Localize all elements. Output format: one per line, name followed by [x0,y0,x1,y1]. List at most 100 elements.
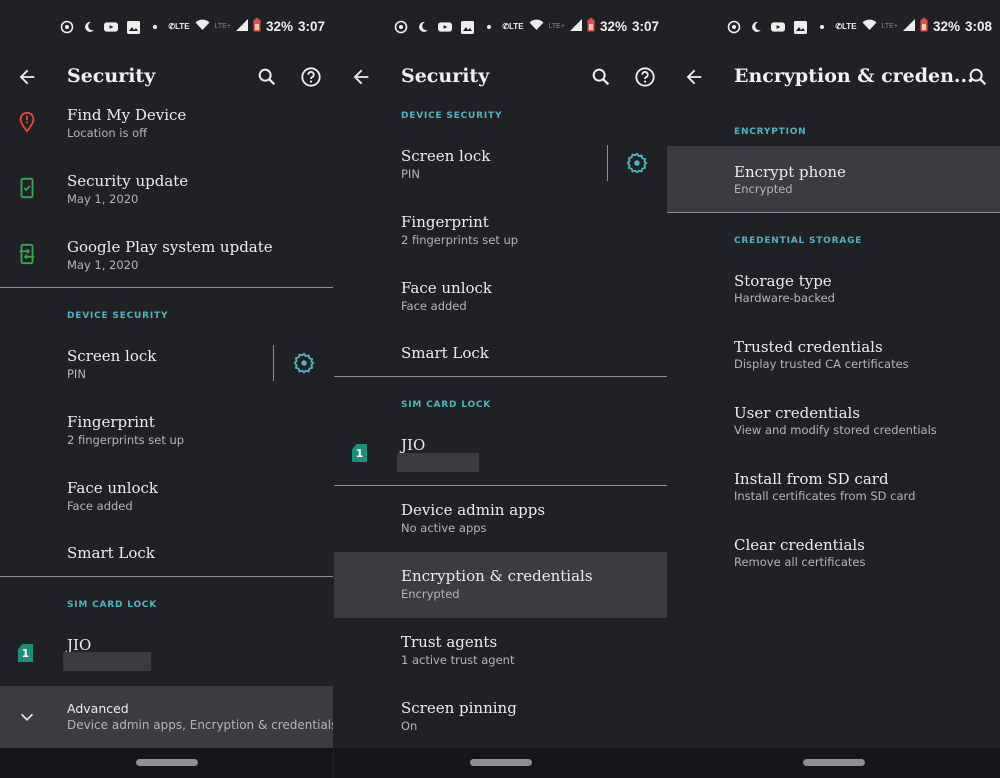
item-summary: 2 fingerprints set up [67,433,185,447]
page-title: Security [67,65,156,87]
gallery-icon [460,20,474,34]
app-bar: Security [334,56,667,100]
section-header-sim-card-lock: SIM CARD LOCK [401,400,492,410]
home-gesture-handle[interactable] [469,759,532,766]
app-bar: Encryption & creden... [667,56,1000,100]
item-title: Install from SD card [734,470,889,488]
item-title: Face unlock [67,479,159,497]
trust-agents-item[interactable]: Trust agents 1 active trust agent [334,618,667,684]
help-icon[interactable] [634,66,656,88]
smart-lock-item[interactable]: Smart Lock [334,330,667,376]
fingerprint-item[interactable]: Fingerprint 2 fingerprints set up [334,198,667,264]
item-title: Fingerprint [67,413,155,431]
dot-icon [148,20,162,34]
phone-sync-icon [16,243,38,265]
sim-jio-item[interactable]: 1 JIO [334,420,667,486]
notification-icons [727,20,829,34]
item-summary: PIN [401,167,420,181]
system-status: ✆LTE LTE+ 32% 3:08 [835,18,992,35]
advanced-item[interactable]: Advanced Device admin apps, Encryption &… [0,686,333,748]
storage-type-item[interactable]: Storage type Hardware-backed [667,258,1000,324]
battery-icon [920,18,928,35]
item-title: Advanced [67,701,129,716]
app-bar: Security [0,56,333,100]
item-summary: No active apps [401,521,487,535]
search-icon[interactable] [256,66,278,88]
clock: 3:07 [297,19,325,34]
fingerprint-item[interactable]: Fingerprint 2 fingerprints set up [0,398,333,464]
signal-icon [235,19,248,34]
gear-icon[interactable] [626,152,648,174]
item-title: Trusted credentials [734,338,883,356]
encryption-credentials-item[interactable]: Encryption & credentials Encrypted [334,552,667,618]
item-summary: Remove all certificates [734,555,866,569]
lte-plus-icon: LTE+ [881,23,898,30]
battery-percent: 32% [932,19,960,34]
item-summary: Display trusted CA certificates [734,357,909,371]
screen-lock-item[interactable]: Screen lock PIN [0,332,333,398]
battery-icon [587,18,595,35]
page-title: Security [401,65,490,87]
volte-call-icon: ✆LTE [835,22,857,31]
night-mode-icon [749,20,763,34]
section-header-encryption: ENCRYPTION [734,127,807,137]
item-title: Clear credentials [734,536,865,554]
section-header-device-security: DEVICE SECURITY [67,311,169,321]
youtube-icon [104,20,118,34]
gear-icon[interactable] [293,352,315,374]
wifi-icon [862,19,877,34]
sim-jio-item[interactable]: 1 JIO [0,620,333,686]
find-my-device-item[interactable]: Find My Device Location is off [0,99,333,165]
encryption-credentials-panel: ✆LTE LTE+ 32% 3:08 Encryption & creden..… [667,0,1000,778]
trusted-credentials-item[interactable]: Trusted credentials Display trusted CA c… [667,324,1000,390]
section-header-credential-storage: CREDENTIAL STORAGE [734,236,863,246]
night-mode-icon [82,20,96,34]
item-title: Google Play system update [67,238,273,256]
security-panel-2: ✆LTE LTE+ 32% 3:07 Security DEVICE SECUR… [334,0,667,778]
item-summary: Face added [401,299,467,313]
smart-lock-item[interactable]: Smart Lock [0,530,333,576]
search-icon[interactable] [967,66,989,88]
divider [334,376,667,377]
user-credentials-item[interactable]: User credentials View and modify stored … [667,390,1000,456]
clear-credentials-item[interactable]: Clear credentials Remove all certificate… [667,522,1000,588]
item-title: Smart Lock [401,344,489,362]
divider [0,287,333,288]
gallery-icon [126,20,140,34]
item-summary: View and modify stored credentials [734,423,937,437]
install-from-sd-card-item[interactable]: Install from SD card Install certificate… [667,456,1000,522]
home-gesture-handle[interactable] [802,759,865,766]
face-unlock-item[interactable]: Face unlock Face added [0,464,333,530]
location-alert-icon [16,111,38,133]
back-icon[interactable] [16,66,38,88]
device-admin-apps-item[interactable]: Device admin apps No active apps [334,486,667,552]
nav-bar [667,748,1000,778]
item-title: Encrypt phone [734,163,846,181]
home-gesture-handle[interactable] [135,759,198,766]
item-title: Screen pinning [401,699,517,717]
battery-percent: 32% [265,19,293,34]
lte-plus-icon: LTE+ [548,23,565,30]
nav-bar [334,748,667,778]
item-summary: Encrypted [734,182,793,196]
screen-lock-item[interactable]: Screen lock PIN [334,132,667,198]
item-summary: On [401,719,418,733]
back-icon[interactable] [683,66,705,88]
item-title: JIO [401,436,426,454]
whatsapp-icon [60,20,74,34]
help-icon[interactable] [300,66,322,88]
item-summary: Hardware-backed [734,291,835,305]
item-title: Trust agents [401,633,498,651]
item-summary: PIN [67,367,86,381]
back-icon[interactable] [350,66,372,88]
security-update-item[interactable]: Security update May 1, 2020 [0,165,333,231]
search-icon[interactable] [590,66,612,88]
volte-call-icon: ✆LTE [168,22,190,31]
item-title: Fingerprint [401,213,489,231]
face-unlock-item[interactable]: Face unlock Face added [334,264,667,330]
item-summary: Face added [67,499,133,513]
screen-pinning-item[interactable]: Screen pinning On [334,684,667,750]
encrypt-phone-item[interactable]: Encrypt phone Encrypted [667,146,1000,212]
divider [667,212,1000,213]
sim-card-icon: 1 [352,444,367,462]
